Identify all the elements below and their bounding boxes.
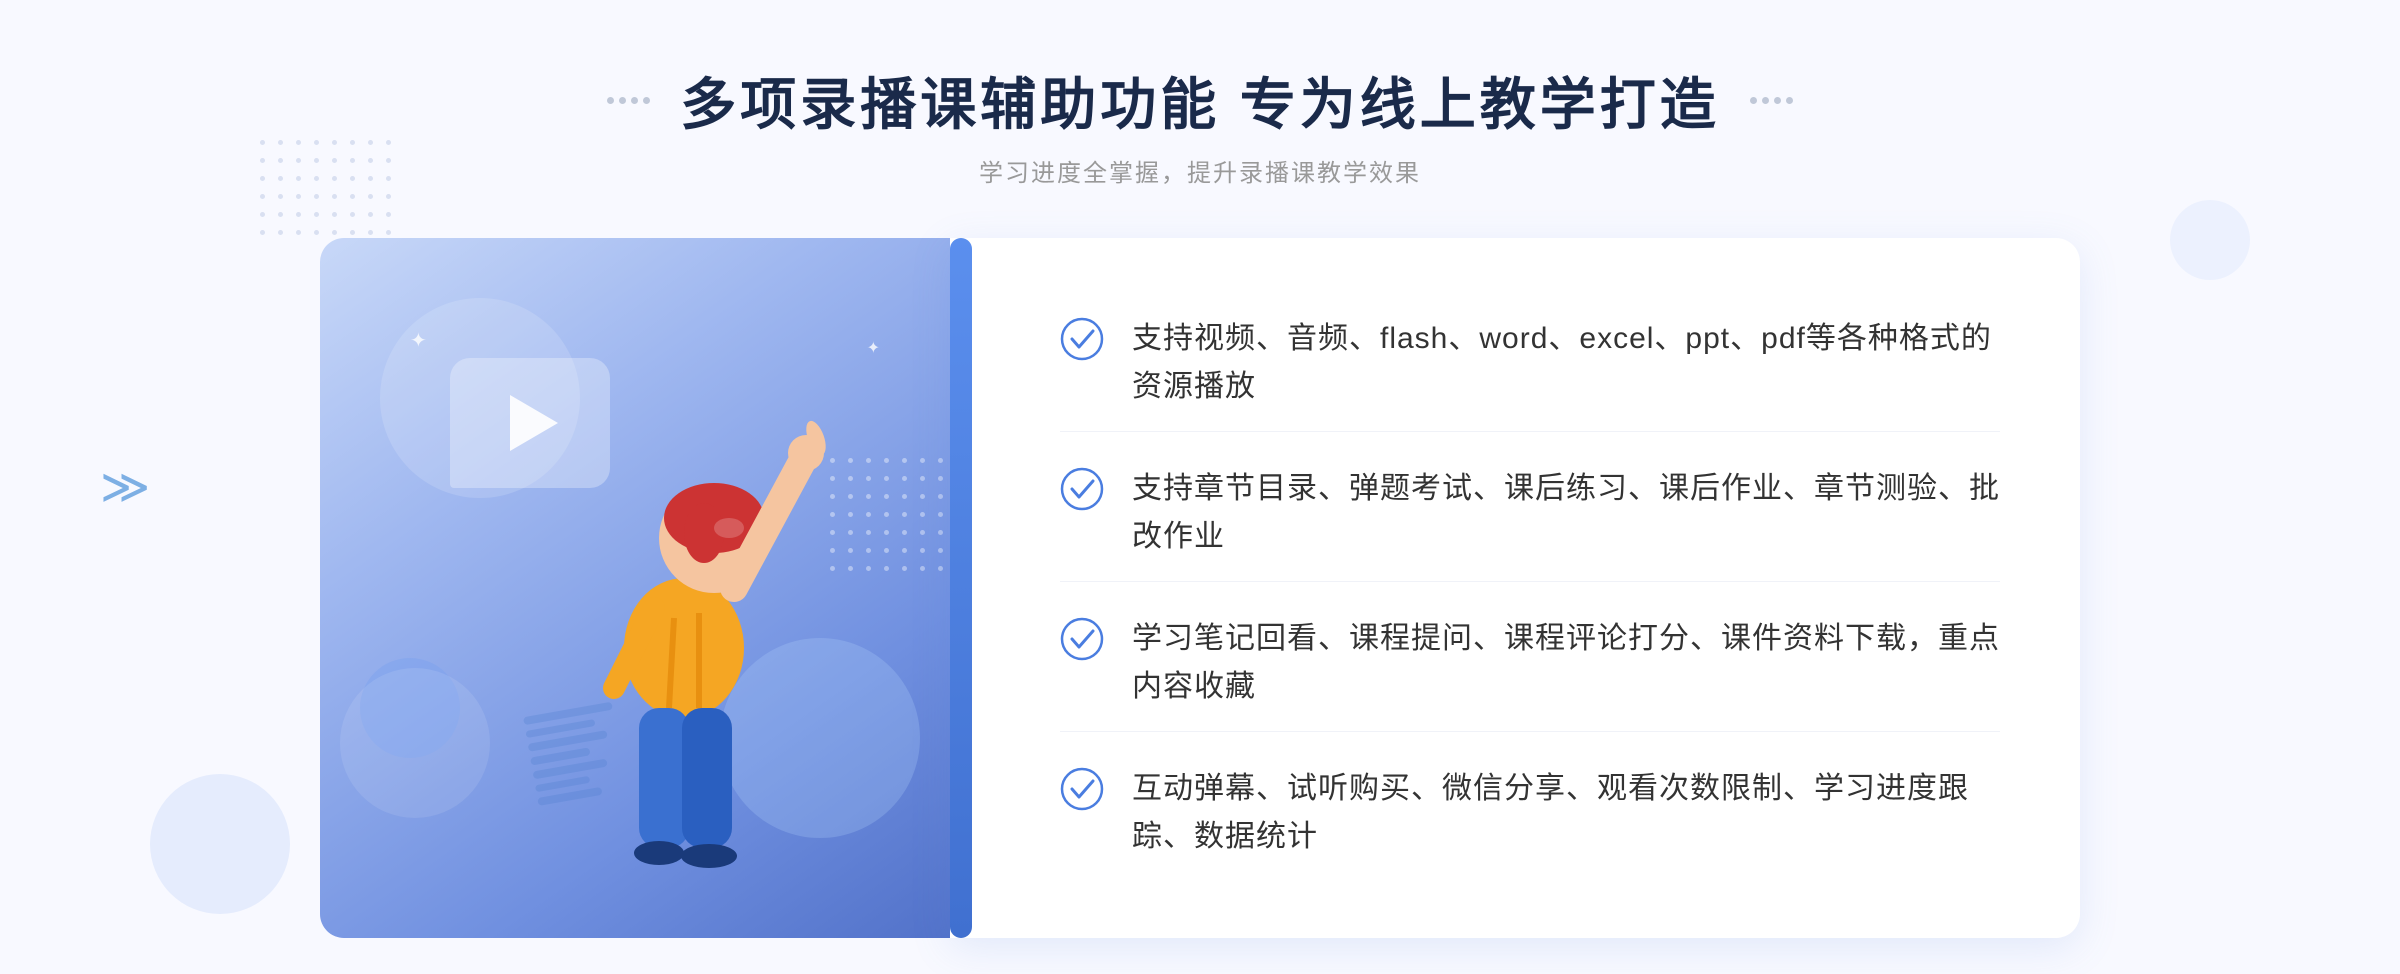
- feature-text-4: 互动弹幕、试听购买、微信分享、观看次数限制、学习进度跟踪、数据统计: [1132, 765, 2000, 861]
- bg-circle-1: [150, 774, 290, 914]
- check-icon-4: [1060, 767, 1104, 811]
- subtitle: 学习进度全掌握，提升录播课教学效果: [607, 153, 1793, 188]
- feature-item-4: 互动弹幕、试听购买、微信分享、观看次数限制、学习进度跟踪、数据统计: [1060, 745, 2000, 881]
- dot-pattern-top-left: [260, 140, 396, 240]
- feature-text-2: 支持章节目录、弹题考试、课后练习、课后作业、章节测验、批改作业: [1132, 465, 2000, 561]
- feature-item-2: 支持章节目录、弹题考试、课后练习、课后作业、章节测验、批改作业: [1060, 445, 2000, 582]
- check-icon-1: [1060, 317, 1104, 361]
- feature-item-1: 支持视频、音频、flash、word、excel、ppt、pdf等各种格式的资源…: [1060, 295, 2000, 432]
- person-illustration: [514, 378, 854, 938]
- feature-item-3: 学习笔记回看、课程提问、课程评论打分、课件资料下载，重点内容收藏: [1060, 595, 2000, 732]
- side-blue-bar: [950, 238, 972, 938]
- bg-circle-2: [2170, 200, 2250, 280]
- deco-circle-1: [360, 658, 460, 758]
- feature-text-3: 学习笔记回看、课程提问、课程评论打分、课件资料下载，重点内容收藏: [1132, 615, 2000, 711]
- check-icon-3: [1060, 617, 1104, 661]
- chevron-left-deco: ≫: [100, 459, 150, 515]
- header-decorators: 多项录播课辅助功能 专为线上教学打造: [607, 60, 1793, 141]
- header-section: 多项录播课辅助功能 专为线上教学打造 学习进度全掌握，提升录播课教学效果: [607, 0, 1793, 188]
- decorator-dots-left: [607, 97, 650, 104]
- decorator-dots-right: [1750, 97, 1793, 104]
- sparkle-1: ✦: [410, 328, 427, 353]
- content-panel: 支持视频、音频、flash、word、excel、ppt、pdf等各种格式的资源…: [950, 238, 2080, 938]
- illustration-card: ✦ ✦ 《: [320, 238, 980, 938]
- content-area: ✦ ✦ 《: [320, 238, 2080, 938]
- page-container: ≫ 多项录播课辅助功能 专为线上教学打造 学习进度全掌握，提升录播课教学效果: [0, 0, 2400, 974]
- sparkle-2: ✦: [867, 338, 880, 358]
- check-icon-2: [1060, 467, 1104, 511]
- feature-text-1: 支持视频、音频、flash、word、excel、ppt、pdf等各种格式的资源…: [1132, 315, 2000, 411]
- main-title: 多项录播课辅助功能 专为线上教学打造: [680, 60, 1720, 141]
